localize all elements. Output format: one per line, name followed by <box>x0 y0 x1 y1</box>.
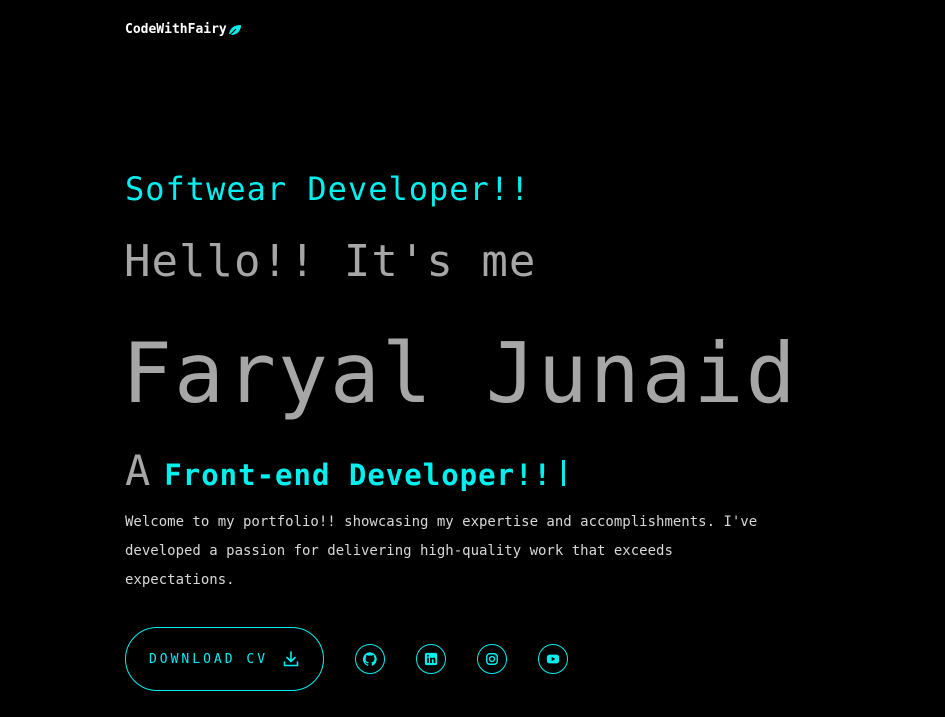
github-link[interactable] <box>355 644 385 674</box>
typing-cursor <box>561 459 565 486</box>
social-links <box>355 644 599 674</box>
linkedin-icon <box>424 652 438 666</box>
instagram-icon <box>486 653 498 665</box>
hero-name: Faryal Junaid <box>122 325 798 422</box>
site-logo[interactable]: CodeWithFairy <box>125 22 242 37</box>
role-typing-text: Front-end Developer!! <box>164 458 552 492</box>
leaf-icon <box>228 24 241 36</box>
download-icon <box>283 651 299 667</box>
hero-role-line: A Front-end Developer!! <box>125 446 565 495</box>
linkedin-link[interactable] <box>416 644 446 674</box>
hero-intro: Welcome to my portfolio!! showcasing my … <box>125 514 758 588</box>
github-icon <box>363 652 377 666</box>
download-cv-button[interactable]: DOWNLOAD CV <box>125 627 324 691</box>
instagram-link[interactable] <box>477 644 507 674</box>
youtube-link[interactable] <box>538 644 568 674</box>
hero-greeting: Hello!! It's me <box>124 236 537 287</box>
logo-text: CodeWithFairy <box>125 22 227 37</box>
download-cv-label: DOWNLOAD CV <box>148 651 269 667</box>
youtube-icon <box>546 654 560 664</box>
hero-subtitle: Softwear Developer!! <box>125 170 531 208</box>
role-prefix: A <box>125 446 151 495</box>
